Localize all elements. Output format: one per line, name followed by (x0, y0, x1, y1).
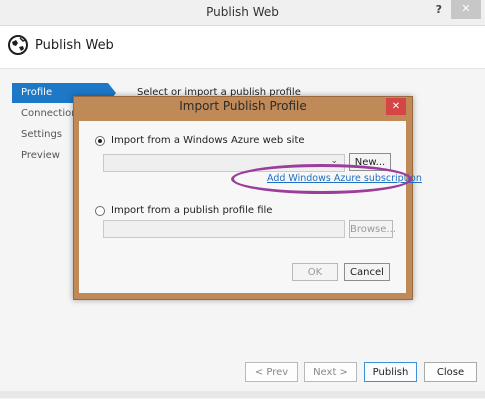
radio-file-row[interactable]: Import from a publish profile file (95, 205, 272, 216)
globe-icon (8, 35, 28, 55)
cancel-button[interactable]: Cancel (344, 263, 390, 281)
help-icon[interactable]: ? (436, 3, 442, 16)
radio-azure-label: Import from a Windows Azure web site (111, 135, 305, 146)
ok-button[interactable]: OK (292, 263, 338, 281)
dialog-body: Import from a Windows Azure web site ⌄ N… (79, 121, 422, 293)
sidebar-item-label: Preview (21, 150, 60, 161)
publish-button[interactable]: Publish (364, 362, 417, 382)
radio-file[interactable] (95, 205, 105, 216)
status-strip (0, 391, 485, 398)
title-bar: Publish Web ? ✕ (0, 0, 485, 26)
browse-button[interactable]: Browse... (349, 220, 396, 238)
window-close-button[interactable]: ✕ (451, 0, 481, 19)
add-subscription-link[interactable]: Add Windows Azure subscription (267, 173, 422, 184)
close-button[interactable]: Close (424, 362, 477, 382)
prev-button[interactable]: < Prev (245, 362, 298, 382)
radio-file-label: Import from a publish profile file (111, 205, 273, 216)
azure-site-select[interactable]: ⌄ (103, 154, 345, 172)
radio-azure-row[interactable]: Import from a Windows Azure web site (95, 135, 305, 146)
profile-file-input[interactable] (103, 220, 345, 238)
sidebar-item-label: Settings (21, 129, 63, 140)
header: Publish Web (0, 26, 485, 68)
radio-azure[interactable] (95, 135, 105, 146)
chevron-down-icon: ⌄ (330, 156, 338, 166)
next-button[interactable]: Next > (304, 362, 357, 382)
sidebar-item-label: Connection (21, 108, 78, 119)
new-button[interactable]: New... (349, 153, 391, 171)
sidebar-item-label: Profile (21, 87, 53, 98)
import-profile-dialog: Import Publish Profile ✕ Import from a W… (73, 96, 422, 300)
dialog-close-button[interactable]: ✕ (386, 98, 406, 115)
window-title: Publish Web (206, 5, 279, 19)
page-title: Publish Web (35, 38, 114, 53)
dialog-title: Import Publish Profile (179, 99, 307, 113)
